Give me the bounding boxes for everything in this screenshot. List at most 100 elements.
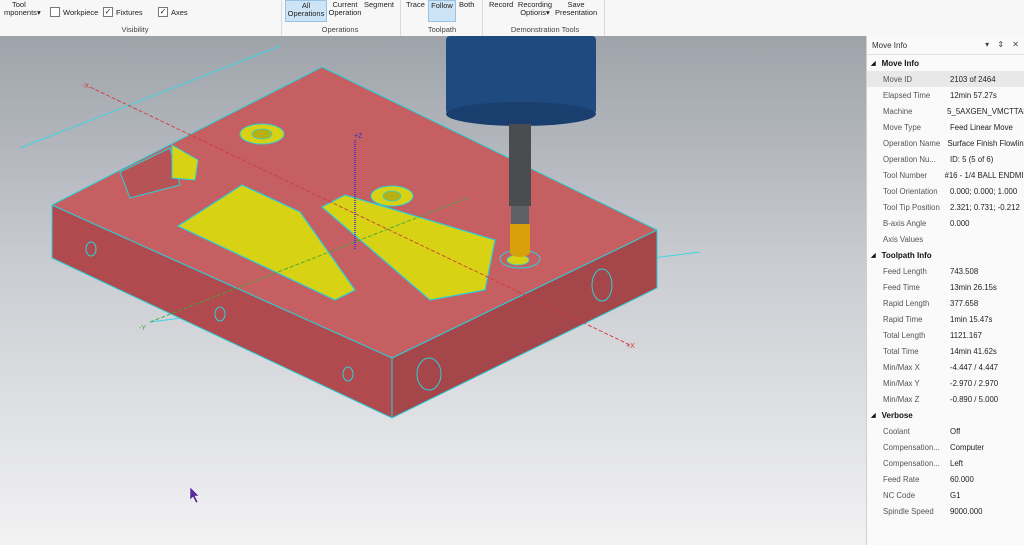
section-title: Verbose: [881, 410, 913, 420]
property-row[interactable]: Min/Max Z -0.890 / 5.000: [867, 391, 1024, 407]
property-value: 743.508: [950, 266, 979, 276]
property-value: ID: 5 (5 of 6): [950, 154, 994, 164]
fixtures-checkbox[interactable]: ✓ Fixtures: [103, 7, 143, 17]
property-name: Operation Name: [883, 138, 941, 148]
axis-label-pos-z: +Z: [354, 133, 363, 140]
visibility-group-label: Visibility: [121, 25, 149, 34]
property-row[interactable]: Compensation... Left: [867, 455, 1024, 471]
property-value: Feed Linear Move: [950, 122, 1013, 132]
property-name: Elapsed Time: [883, 90, 931, 100]
chevron-down-icon: ▾: [546, 8, 550, 17]
property-row[interactable]: Total Time 14min 41.62s: [867, 343, 1024, 359]
current-operation-label-bottom: Operation: [328, 8, 362, 17]
property-row[interactable]: Axis Values: [867, 231, 1024, 247]
move-info-panel: Move Info ▾ ⇕ ✕ ◢ Move Info Move ID 2103 of…: [866, 36, 1024, 545]
property-row[interactable]: Min/Max X -4.447 / 4.447: [867, 359, 1024, 375]
property-row[interactable]: Feed Rate 60.000: [867, 471, 1024, 487]
property-row[interactable]: Operation Nu... ID: 5 (5 of 6): [867, 151, 1024, 167]
both-button[interactable]: Both: [459, 1, 474, 9]
property-row[interactable]: Move ID 2103 of 2464: [867, 71, 1024, 87]
collapse-triangle-icon[interactable]: ◢: [871, 412, 876, 419]
current-operation-button[interactable]: Current Operation: [328, 1, 362, 17]
property-value: 60.000: [950, 474, 974, 484]
follow-button[interactable]: Follow: [428, 0, 456, 22]
axes-label: Axes: [171, 7, 188, 17]
property-value: Left: [950, 458, 964, 468]
save-presentation-button[interactable]: Save Presentation: [555, 1, 597, 17]
property-name: Min/Max Y: [883, 378, 920, 388]
property-value: -0.890 / 5.000: [950, 394, 999, 404]
property-row[interactable]: Compensation... Computer: [867, 439, 1024, 455]
check-icon: ✓: [158, 7, 168, 17]
workpiece-checkbox[interactable]: Workpiece: [50, 7, 98, 17]
check-icon: ✓: [103, 7, 113, 17]
property-value: 12min 57.27s: [950, 90, 997, 100]
property-name: Total Time: [883, 346, 919, 356]
section-header[interactable]: ◢ Move Info: [867, 55, 1024, 71]
property-row[interactable]: Elapsed Time 12min 57.27s: [867, 87, 1024, 103]
counterbore-inner: [251, 128, 273, 140]
mouse-cursor-icon: [189, 486, 200, 504]
property-name: Tool Tip Position: [883, 202, 940, 212]
property-row[interactable]: Min/Max Y -2.970 / 2.970: [867, 375, 1024, 391]
property-name: Rapid Length: [883, 298, 930, 308]
property-row[interactable]: Rapid Length 377.658: [867, 295, 1024, 311]
property-row[interactable]: Rapid Time 1min 15.47s: [867, 311, 1024, 327]
property-row[interactable]: Feed Length 743.508: [867, 263, 1024, 279]
property-name: NC Code: [883, 490, 916, 500]
property-row[interactable]: Tool Number #16 - 1/4 BALL ENDMILL: [867, 167, 1024, 183]
property-value: #16 - 1/4 BALL ENDMILL: [944, 170, 1024, 180]
axes-checkbox[interactable]: ✓ Axes: [158, 7, 188, 17]
property-name: Tool Orientation: [883, 186, 938, 196]
tool-components-label-bottom: mponents: [4, 8, 37, 17]
property-row[interactable]: Feed Time 13min 26.15s: [867, 279, 1024, 295]
property-row[interactable]: Tool Orientation 0.000; 0.000; 1.000: [867, 183, 1024, 199]
property-value: 5_5AXGEN_VMCTTAB: [947, 106, 1024, 116]
panel-header: Move Info ▾ ⇕ ✕: [867, 36, 1024, 55]
property-name: Total Length: [883, 330, 926, 340]
property-row[interactable]: Spindle Speed 9000.000: [867, 503, 1024, 519]
property-row[interactable]: Coolant Off: [867, 423, 1024, 439]
demonstration-tools-group-label: Demonstration Tools: [510, 25, 580, 34]
simulation-viewport[interactable]: -X +X -Y +Z: [0, 36, 866, 545]
chevron-down-icon: ▾: [36, 8, 41, 17]
section-title: Toolpath Info: [881, 250, 932, 260]
panel-window-controls[interactable]: ▾ ⇕ ✕: [985, 40, 1022, 49]
property-row[interactable]: Tool Tip Position 2.321; 0.731; -0.212: [867, 199, 1024, 215]
checkbox-box: [50, 7, 60, 17]
workpiece-label: Workpiece: [63, 7, 99, 17]
property-name: Axis Values: [883, 234, 924, 244]
record-button[interactable]: Record: [489, 1, 513, 9]
property-row[interactable]: B-axis Angle 0.000: [867, 215, 1024, 231]
property-row[interactable]: Total Length 1121.167: [867, 327, 1024, 343]
part-scene: -X +X -Y +Z: [19, 36, 701, 504]
all-operations-button[interactable]: All Operations: [285, 0, 327, 22]
section-header[interactable]: ◢ Toolpath Info: [867, 247, 1024, 263]
property-name: Move Type: [883, 122, 921, 132]
segment-button[interactable]: Segment: [364, 1, 394, 9]
property-name: Move ID: [883, 74, 913, 84]
property-value: 377.658: [950, 298, 979, 308]
property-value: 1min 15.47s: [950, 314, 993, 324]
section-header[interactable]: ◢ Verbose: [867, 407, 1024, 423]
ribbon-divider: [604, 0, 605, 36]
recording-options-button[interactable]: Recording Options▾: [517, 1, 553, 17]
property-value: Surface Finish Flowline: [947, 138, 1024, 148]
property-value: 1121.167: [950, 330, 982, 340]
property-row[interactable]: Machine 5_5AXGEN_VMCTTAB: [867, 103, 1024, 119]
fixtures-label: Fixtures: [116, 7, 143, 17]
recording-options-label-bottom: Options: [520, 8, 547, 17]
trace-button[interactable]: Trace: [406, 1, 425, 9]
property-value: 0.000; 0.000; 1.000: [950, 186, 1018, 196]
property-name: Compensation...: [883, 442, 940, 452]
property-row[interactable]: NC Code G1: [867, 487, 1024, 503]
property-row[interactable]: Operation Name Surface Finish Flowline: [867, 135, 1024, 151]
ribbon-divider: [400, 0, 401, 36]
collapse-triangle-icon[interactable]: ◢: [871, 252, 876, 259]
collapse-triangle-icon[interactable]: ◢: [871, 60, 876, 67]
property-row[interactable]: Move Type Feed Linear Move: [867, 119, 1024, 135]
tool-components-button[interactable]: Tool mponents▾: [4, 1, 41, 17]
tool-shank: [509, 124, 531, 206]
property-value: 2103 of 2464: [950, 74, 996, 84]
property-name: Compensation...: [883, 458, 940, 468]
